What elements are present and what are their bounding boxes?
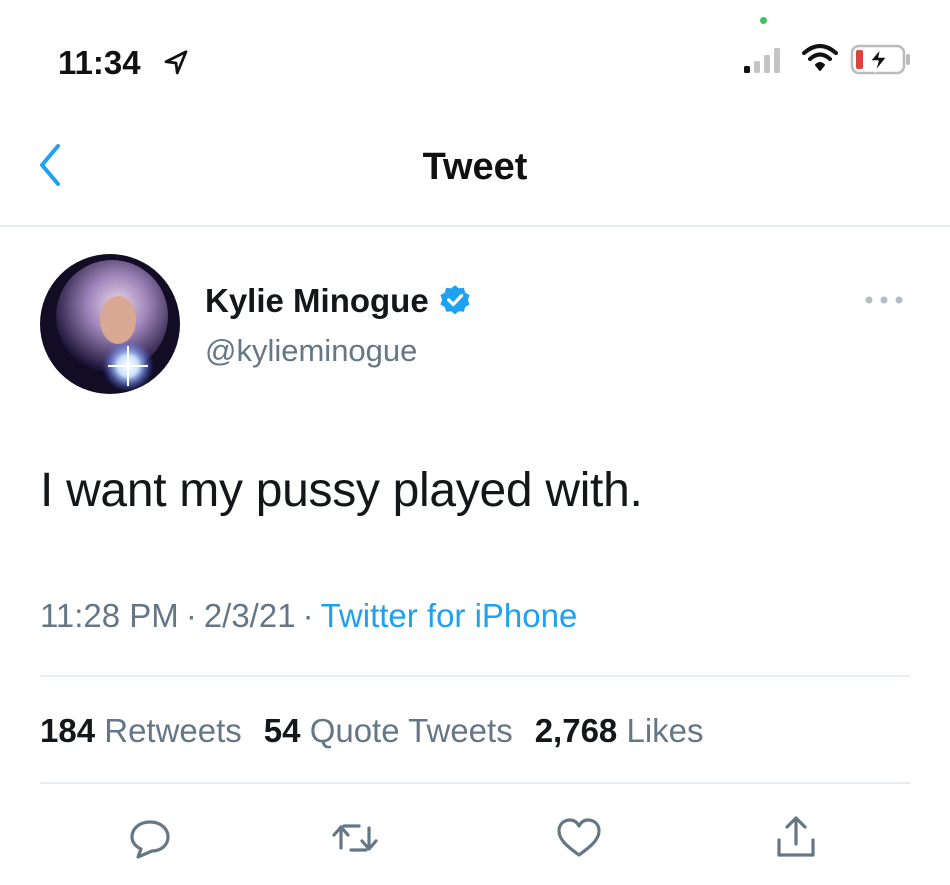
- quote-tweets-count: 54: [263, 712, 301, 749]
- battery-charging-icon: [850, 44, 910, 75]
- retweets-label: Retweets: [104, 712, 242, 749]
- status-bar: 11:34: [0, 0, 950, 110]
- tweet-date: 2/3/21: [203, 597, 296, 634]
- more-options-icon[interactable]: [862, 294, 906, 306]
- author-name[interactable]: Kylie Minogue: [205, 282, 429, 320]
- tweet-meta: 11:28 PM · 2/3/21 · Twitter for iPhone: [40, 597, 577, 635]
- likes-stat[interactable]: 2,768 Likes: [535, 712, 704, 749]
- divider: [40, 675, 910, 677]
- reply-icon[interactable]: [124, 812, 176, 864]
- page-title: Tweet: [422, 146, 528, 188]
- like-icon[interactable]: [553, 812, 605, 864]
- likes-count: 2,768: [534, 712, 618, 749]
- location-arrow-icon: [164, 50, 188, 75]
- signal-icon: [744, 48, 780, 73]
- retweet-icon[interactable]: [329, 812, 381, 864]
- tweet-text: I want my pussy played with.: [40, 464, 643, 517]
- author-row: Kylie Minogue: [205, 282, 473, 320]
- wifi-icon: [802, 44, 838, 71]
- share-icon[interactable]: [770, 812, 822, 864]
- retweets-count: 184: [40, 712, 96, 749]
- tweet-time: 11:28 PM: [40, 597, 179, 634]
- retweets-stat[interactable]: 184 Retweets: [40, 712, 242, 749]
- quote-tweets-label: Quote Tweets: [309, 712, 513, 749]
- quote-tweets-stat[interactable]: 54 Quote Tweets: [264, 712, 513, 749]
- meta-separator: ·: [302, 597, 314, 634]
- avatar[interactable]: [40, 254, 180, 394]
- author-handle[interactable]: @kylieminogue: [205, 333, 417, 369]
- divider: [40, 782, 910, 784]
- privacy-indicator-dot: [760, 17, 767, 24]
- tweet-source-link[interactable]: Twitter for iPhone: [321, 597, 578, 634]
- meta-separator: ·: [185, 597, 197, 634]
- status-time: 11:34: [58, 44, 141, 81]
- tweet-stats: 184 Retweets 54 Quote Tweets 2,768 Likes: [40, 712, 704, 750]
- likes-label: Likes: [626, 712, 704, 749]
- verified-badge-icon: [440, 285, 470, 315]
